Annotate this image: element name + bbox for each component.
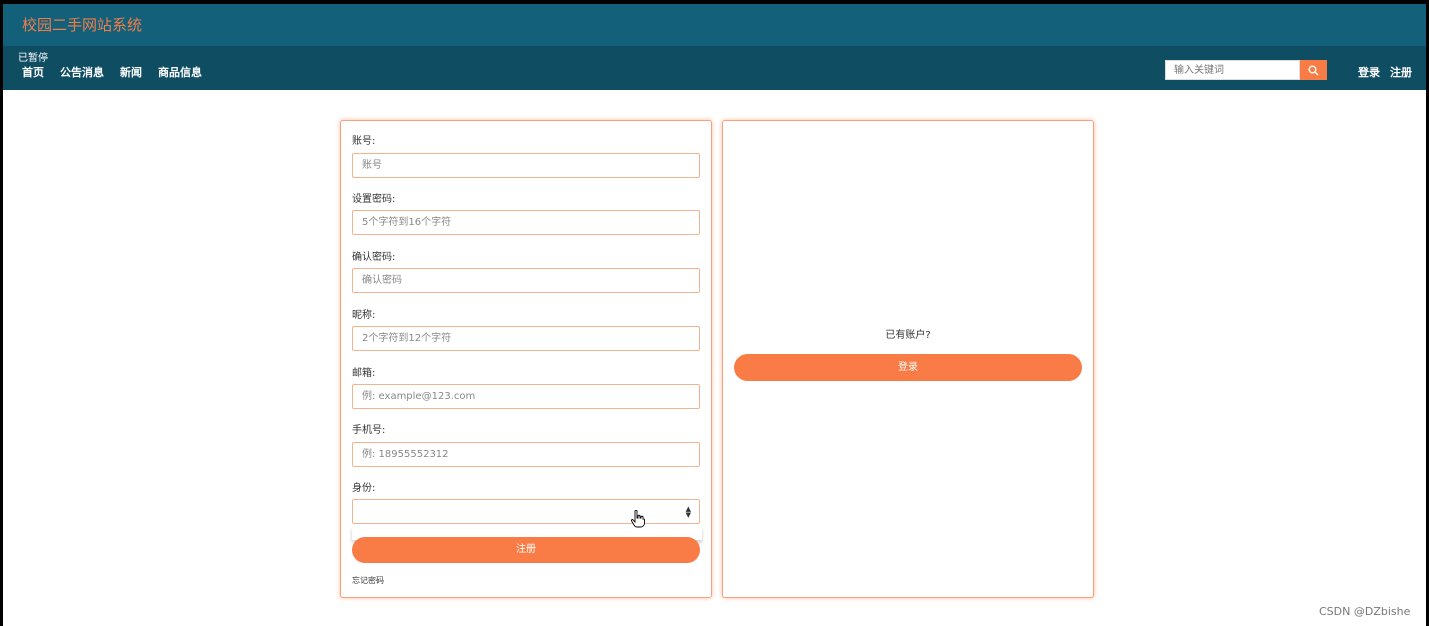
phone-label: 手机号: <box>352 425 386 436</box>
auth-links: 登录 注册 <box>1358 64 1412 80</box>
main-nav: 已暂停 首页 公告消息 新闻 商品信息 登录 注册 <box>3 46 1426 90</box>
nav-item-home[interactable]: 首页 <box>22 64 44 80</box>
nav-item-announcements[interactable]: 公告消息 <box>60 64 104 80</box>
nav-register-link[interactable]: 注册 <box>1390 64 1412 80</box>
register-panel: 账号: 设置密码: 确认密码: 昵称: 邮箱: 手机号: 身份: ▲▼ 注册 忘… <box>340 120 712 598</box>
app-window: 校园二手网站系统 已暂停 首页 公告消息 新闻 商品信息 登录 注册 账号: 设… <box>0 0 1429 626</box>
nickname-input[interactable] <box>352 326 700 351</box>
login-panel: 已有账户? 登录 <box>722 120 1094 598</box>
confirm-password-input[interactable] <box>352 268 700 293</box>
have-account-text: 已有账户? <box>885 330 931 341</box>
nav-links: 首页 公告消息 新闻 商品信息 <box>22 64 218 80</box>
search-button[interactable] <box>1300 60 1327 80</box>
login-button[interactable]: 登录 <box>734 354 1082 381</box>
confirm-password-label: 确认密码: <box>352 252 396 263</box>
search-input[interactable] <box>1174 64 1291 76</box>
role-select[interactable]: ▲ ▼ <box>352 499 700 524</box>
nickname-label: 昵称: <box>352 310 376 321</box>
site-title: 校园二手网站系统 <box>22 16 143 34</box>
nav-login-link[interactable]: 登录 <box>1358 64 1380 80</box>
search-box <box>1165 60 1300 80</box>
phone-input[interactable] <box>352 442 700 467</box>
hand-cursor-icon <box>631 510 645 528</box>
account-input[interactable] <box>352 153 700 178</box>
password-label: 设置密码: <box>352 194 396 205</box>
email-label: 邮箱: <box>352 368 376 379</box>
role-label: 身份: <box>352 483 376 494</box>
password-input[interactable] <box>352 210 700 235</box>
search-icon <box>1308 65 1319 75</box>
select-arrows-icon: ▲ ▼ <box>685 505 691 519</box>
nav-item-products[interactable]: 商品信息 <box>158 64 202 80</box>
register-button[interactable]: 注册 <box>352 537 700 563</box>
site-header: 校园二手网站系统 <box>3 4 1426 46</box>
email-input[interactable] <box>352 384 700 409</box>
paused-label: 已暂停 <box>18 53 48 64</box>
account-label: 账号: <box>352 136 376 147</box>
forgot-password-link[interactable]: 忘记密码 <box>352 575 384 586</box>
watermark: CSDN @DZbishe <box>1319 605 1411 618</box>
nav-item-news[interactable]: 新闻 <box>120 64 142 80</box>
